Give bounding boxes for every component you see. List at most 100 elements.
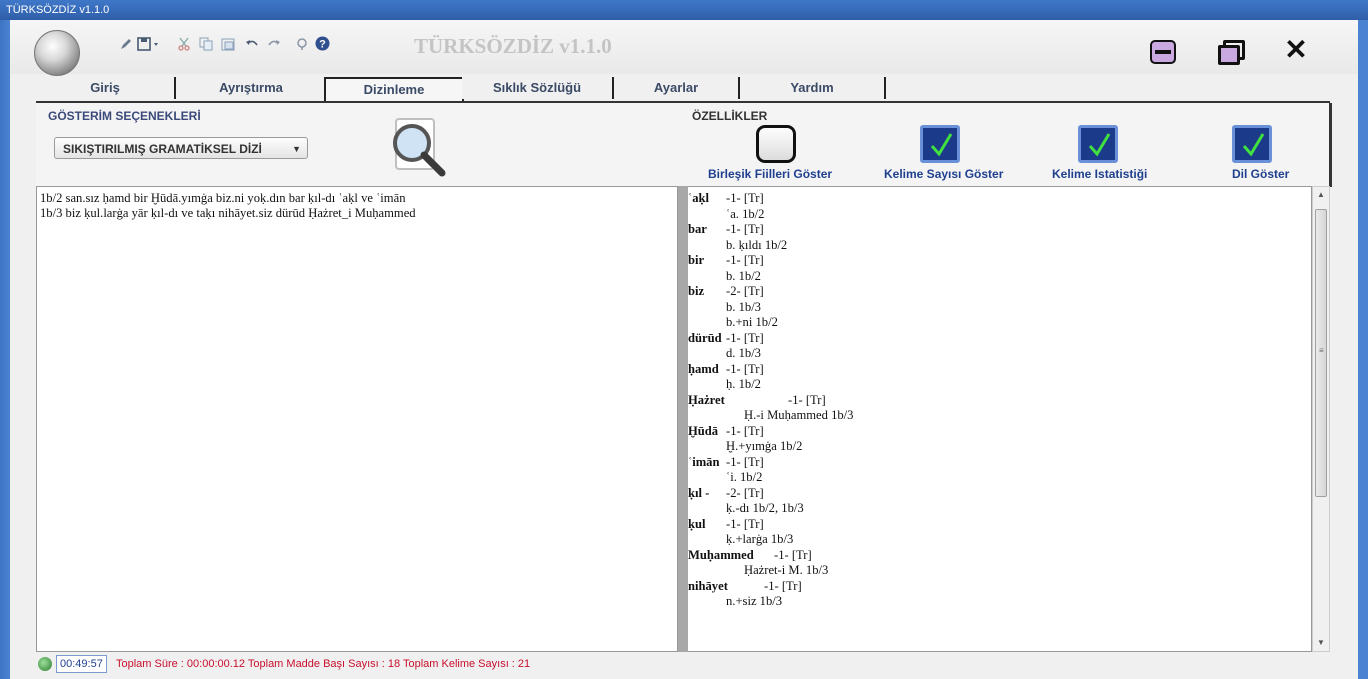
options-panel: GÖSTERİM SEÇENEKLERİ SIKIŞTIRILMIŞ GRAMA… xyxy=(36,101,1332,187)
index-ref-row: ḥ. 1b/2 xyxy=(688,377,1311,393)
word-count-label: Kelime Sayısı Göster xyxy=(884,167,1004,181)
index-ref-row: d. 1b/3 xyxy=(688,346,1311,362)
index-ref-row: Ḥażret-i M. 1b/3 xyxy=(688,563,1311,579)
cut-icon[interactable] xyxy=(176,36,192,56)
index-reference: n.+siz 1b/3 xyxy=(726,594,783,608)
pin-icon[interactable] xyxy=(294,36,310,56)
show-language-label: Dil Göster xyxy=(1232,167,1290,181)
app-logo-globe-icon[interactable] xyxy=(34,30,80,76)
index-headword: nihāyet xyxy=(688,578,728,593)
index-headword: Ḥażret xyxy=(688,392,725,407)
index-count: -2- [Tr] xyxy=(726,485,764,500)
index-reference: b.+ni 1b/2 xyxy=(726,315,778,329)
index-entry-row: biz -2- [Tr] xyxy=(688,284,1311,300)
minimize-button[interactable] xyxy=(1148,38,1176,64)
scroll-down-arrow-icon[interactable]: ▼ xyxy=(1313,635,1329,651)
index-headword: ʿimān xyxy=(688,454,720,469)
tab-yardim[interactable]: Yardım xyxy=(740,77,886,99)
checkmark-icon xyxy=(1088,133,1111,157)
word-statistics-label: Kelime Istatistiği xyxy=(1052,167,1148,181)
app-header: ? TÜRKSÖZDİZ v1.1.0 ✕ xyxy=(10,20,1358,76)
close-icon: ✕ xyxy=(1284,34,1308,65)
index-entry-row: Ḥażret -1- [Tr] xyxy=(688,393,1311,409)
index-count: -1- [Tr] xyxy=(726,454,764,469)
index-reference: ʿa. 1b/2 xyxy=(726,206,765,221)
copy-icon[interactable] xyxy=(198,36,214,56)
index-count: -1- [Tr] xyxy=(726,423,764,438)
index-headword: bar xyxy=(688,222,707,236)
compound-verbs-checkbox[interactable] xyxy=(756,125,796,163)
index-ref-row: b. 1b/2 xyxy=(688,269,1311,285)
index-entry-row: nihāyet -1- [Tr] xyxy=(688,579,1311,595)
checkmark-icon xyxy=(930,133,953,157)
display-mode-value: SIKIŞTIRILMIŞ GRAMATİKSEL DİZİ xyxy=(63,142,262,156)
index-output-area[interactable]: ʿaḳl -1- [Tr] ʿa. 1b/2 bar -1- [Tr] b. ḳıldı … xyxy=(688,186,1312,652)
window-titlebar: TÜRKSÖZDİZ v1.1.0 xyxy=(0,0,1368,20)
tab-dizinleme[interactable]: Dizinleme xyxy=(324,77,464,101)
scroll-up-arrow-icon[interactable]: ▲ xyxy=(1313,187,1329,203)
index-entry-row: bir -1- [Tr] xyxy=(688,253,1311,269)
display-mode-select[interactable]: SIKIŞTIRILMIŞ GRAMATİKSEL DİZİ ▼ xyxy=(54,137,308,159)
paste-icon[interactable] xyxy=(220,36,236,56)
index-reference: Ḥ.-i Muḥammed 1b/3 xyxy=(744,408,854,422)
index-entry-row: Muḥammed -1- [Tr] xyxy=(688,548,1311,564)
index-headword: bir xyxy=(688,253,705,267)
tab-giris[interactable]: Giriş xyxy=(36,77,176,99)
tab-ayarlar[interactable]: Ayarlar xyxy=(614,77,740,99)
status-globe-icon xyxy=(38,657,52,671)
word-statistics-checkbox[interactable] xyxy=(1078,125,1118,163)
index-reference: ḥ. 1b/2 xyxy=(726,377,761,391)
display-options-label: GÖSTERİM SEÇENEKLERİ xyxy=(48,109,201,123)
index-reference: ḳ.-dı 1b/2, 1b/3 xyxy=(726,501,804,515)
scrollbar-thumb[interactable]: ≡ xyxy=(1315,209,1327,497)
compound-verbs-label: Birleşik Fiilleri Göster xyxy=(708,167,833,181)
index-scrollbar[interactable]: ▲ ≡ ▼ xyxy=(1312,186,1330,652)
index-ref-row: Ḫ.+yımġa 1b/2 xyxy=(688,439,1311,455)
index-count: -1- [Tr] xyxy=(726,253,764,267)
undo-icon[interactable] xyxy=(244,36,260,56)
tab-ayristirma[interactable]: Ayrıştırma xyxy=(176,77,328,99)
index-reference: Ḥażret-i M. 1b/3 xyxy=(744,563,829,577)
svg-text:?: ? xyxy=(319,39,326,51)
index-count: -1- [Tr] xyxy=(788,392,826,407)
maximize-button[interactable] xyxy=(1216,38,1245,65)
word-count-checkbox[interactable] xyxy=(920,125,960,163)
index-ref-row: b. ḳıldı 1b/2 xyxy=(688,238,1311,254)
index-ref-row: Ḥ.-i Muḥammed 1b/3 xyxy=(688,408,1311,424)
chevron-down-icon: ▼ xyxy=(292,144,301,154)
index-count: -1- [Tr] xyxy=(726,330,764,345)
features-label: ÖZELLİKLER xyxy=(692,109,768,123)
index-headword: ḳul xyxy=(688,516,706,531)
tab-siklik-sozlugu[interactable]: Sıklık Sözlüğü xyxy=(462,77,614,99)
app-title: TÜRKSÖZDİZ v1.1.0 xyxy=(414,34,612,58)
index-count: -1- [Tr] xyxy=(726,222,764,236)
index-ref-row: ʿi. 1b/2 xyxy=(688,470,1311,486)
index-count: -1- [Tr] xyxy=(764,578,802,593)
index-headword: ʿaḳl xyxy=(688,191,709,205)
redo-icon[interactable] xyxy=(266,36,282,56)
save-icon[interactable] xyxy=(136,36,162,56)
show-language-checkbox[interactable] xyxy=(1232,125,1272,163)
close-button[interactable]: ✕ xyxy=(1282,36,1310,64)
index-count: -2- [Tr] xyxy=(726,284,764,298)
index-count: -1- [Tr] xyxy=(726,191,764,205)
index-ref-row: b.+ni 1b/2 xyxy=(688,315,1311,331)
index-entry-row: dürūd -1- [Tr] xyxy=(688,331,1311,347)
index-reference: ḳ.+larġa 1b/3 xyxy=(726,532,794,546)
index-headword: ḳıl - xyxy=(688,485,710,500)
help-icon[interactable]: ? xyxy=(314,36,330,56)
clock-display: 00:49:57 xyxy=(56,655,107,673)
index-headword: Muḥammed xyxy=(688,547,754,562)
index-reference: b. 1b/2 xyxy=(726,268,761,283)
index-count: -1- [Tr] xyxy=(774,547,812,562)
index-reference: b. ḳıldı 1b/2 xyxy=(726,237,788,252)
input-line: 1b/3 biz ḳul.larġa yār ḳıl-dı ve taḳı ni… xyxy=(40,206,416,220)
pane-splitter[interactable] xyxy=(678,186,688,652)
edit-icon[interactable] xyxy=(118,36,134,56)
input-text-area[interactable]: 1b/2 san.sız ḥamd bir Ḫūdā.yımġa biz.ni … xyxy=(36,186,678,652)
index-entry-row: ʿimān -1- [Tr] xyxy=(688,455,1311,471)
search-magnifier-icon[interactable] xyxy=(382,117,452,181)
index-entry-row: ḳıl - -2- [Tr] xyxy=(688,486,1311,502)
index-ref-row: n.+siz 1b/3 xyxy=(688,594,1311,610)
index-count: -1- [Tr] xyxy=(726,516,764,531)
